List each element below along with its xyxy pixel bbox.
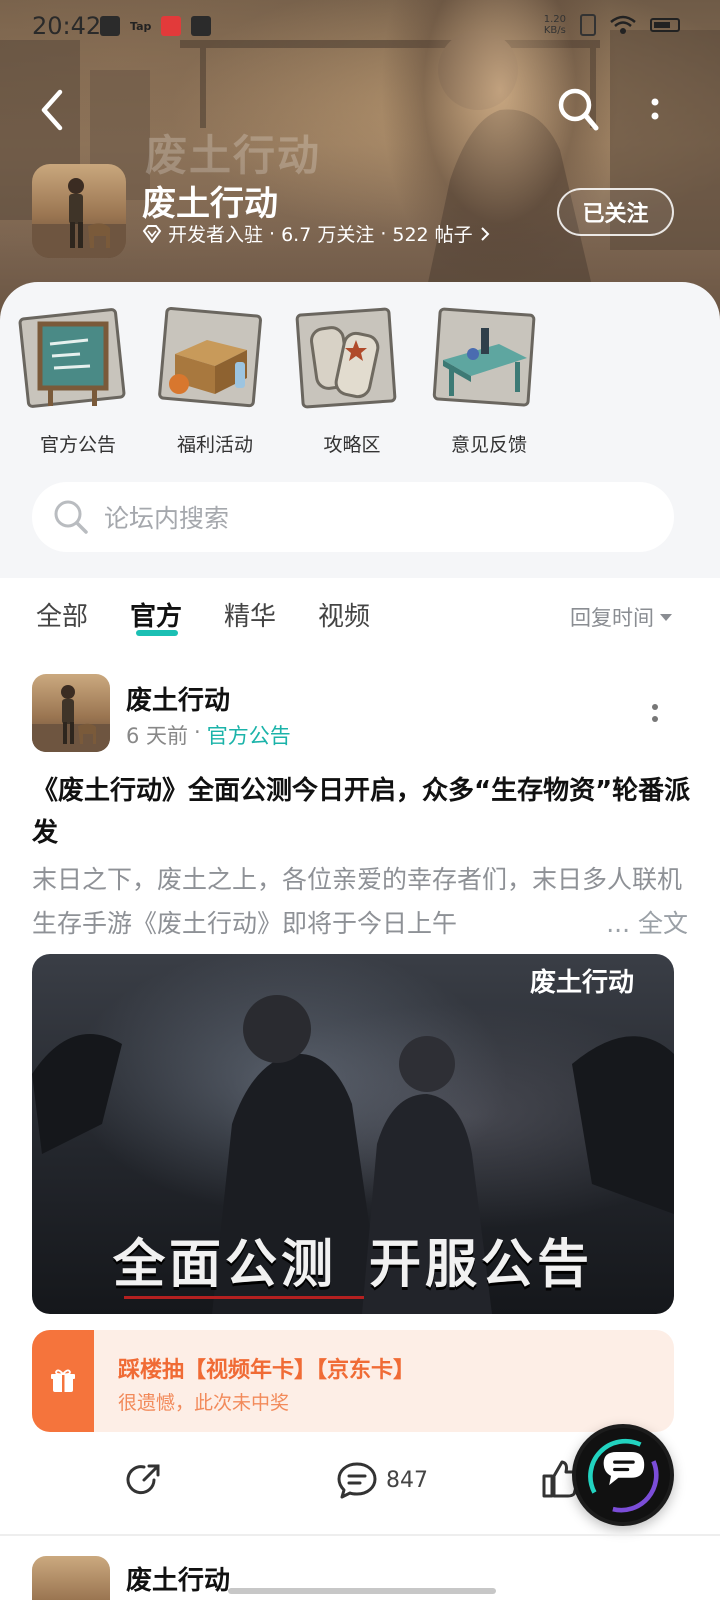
post-cover-image[interactable]: 废土行动 全面公测 开服公告: [32, 954, 674, 1314]
wifi-icon: [610, 15, 636, 34]
post-excerpt[interactable]: 末日之下，废土之上，各位亲爱的幸存者们，末日多人联机生存手游《废土行动》即将于今…: [32, 858, 688, 946]
taptap-icon: Tap: [130, 19, 152, 33]
developer-label: 开发者入驻: [168, 224, 264, 246]
post-divider: [0, 1534, 720, 1536]
status-time: 20:42: [32, 12, 102, 40]
comment-count: 847: [386, 1468, 428, 1493]
comment-icon[interactable]: [336, 1460, 378, 1500]
supply-box-icon: [158, 306, 262, 408]
battery-icon: [650, 18, 680, 32]
tab-featured[interactable]: 精华: [224, 596, 276, 633]
tab-official[interactable]: 官方: [130, 596, 182, 633]
dog-tags-icon: [295, 307, 397, 409]
full-text-link[interactable]: ... 全文: [600, 902, 688, 946]
quick-entry-guides[interactable]: 攻略区: [292, 304, 412, 456]
post-category-tag[interactable]: 官方公告: [207, 720, 291, 750]
more-options-icon[interactable]: [644, 94, 666, 128]
search-icon[interactable]: [556, 86, 600, 134]
active-tab-indicator: [136, 630, 178, 636]
gift-icon: [32, 1330, 94, 1432]
book-icon: [191, 16, 212, 36]
chevron-right-icon: [480, 226, 490, 241]
tab-video[interactable]: 视频: [318, 596, 370, 633]
app-notification-icon: [161, 16, 182, 36]
lottery-result: 很遗憾，此次未中奖: [118, 1392, 290, 1414]
verified-diamond-icon: [142, 224, 162, 243]
game-title: 废土行动: [142, 184, 278, 224]
lottery-title: 踩楼抽【视频年卡】【京东卡】: [118, 1358, 416, 1383]
post-author-name[interactable]: 废土行动: [126, 680, 230, 717]
follower-count: 6.7 万关注: [281, 224, 375, 246]
status-system-icons: 1.20 KB/s: [544, 14, 680, 36]
search-icon: [54, 500, 88, 534]
banner-underline: [124, 1296, 364, 1299]
cover-banner-text: 全面公测 开服公告: [112, 1235, 594, 1295]
noticeboard-icon: [18, 308, 126, 408]
quick-entry-label: 意见反馈: [450, 434, 527, 456]
post-count: 522 帖子: [392, 224, 473, 246]
storage-icon: [100, 16, 120, 36]
back-arrow-icon[interactable]: [34, 88, 74, 132]
quick-entry-label: 官方公告: [39, 434, 116, 456]
quick-entry-feedback[interactable]: 意见反馈: [429, 304, 549, 456]
next-post-avatar[interactable]: [32, 1556, 110, 1600]
game-icon[interactable]: [32, 164, 126, 258]
quick-entry-announcements[interactable]: 官方公告: [18, 304, 138, 456]
post-time: 6 天前: [126, 724, 189, 748]
cover-logo: 废土行动: [529, 968, 634, 998]
forum-search-bar[interactable]: 论坛内搜索: [32, 482, 674, 552]
quick-entry-events[interactable]: 福利活动: [155, 304, 275, 456]
post-author-avatar[interactable]: [32, 674, 110, 752]
tab-all[interactable]: 全部: [36, 596, 88, 633]
dropdown-arrow-icon: [660, 613, 672, 621]
chat-assistant-button[interactable]: [572, 1424, 674, 1526]
share-icon[interactable]: [124, 1460, 164, 1500]
chat-bubble-icon: [588, 1438, 659, 1513]
network-speed: 1.20 KB/s: [543, 14, 566, 36]
sim-icon: [580, 14, 596, 36]
game-meta[interactable]: 开发者入驻 · 6.7 万关注 · 522 帖子: [142, 220, 491, 247]
sort-label: 回复时间: [570, 606, 654, 630]
post-more-icon[interactable]: [648, 700, 662, 730]
quick-entry-label: 福利活动: [176, 434, 253, 456]
sort-dropdown[interactable]: 回复时间: [570, 602, 672, 632]
search-placeholder: 论坛内搜索: [104, 504, 230, 533]
lottery-card[interactable]: 踩楼抽【视频年卡】【京东卡】 很遗憾，此次未中奖: [32, 1330, 674, 1432]
game-logo-watermark: 废土行动: [145, 131, 322, 180]
quick-entry-label: 攻略区: [323, 434, 381, 456]
follow-button[interactable]: 已关注: [557, 188, 674, 236]
workbench-icon: [432, 307, 536, 407]
post-meta: 6 天前 · 官方公告: [126, 720, 291, 750]
home-indicator[interactable]: [228, 1588, 496, 1594]
status-bar: 20:42 Tap 1.20 KB/s: [0, 0, 720, 56]
next-post-author[interactable]: 废土行动: [126, 1560, 230, 1600]
post-filter-tabs: 全部 官方 精华 视频 回复时间: [0, 580, 720, 652]
status-notification-icons: Tap: [100, 16, 212, 36]
post-title[interactable]: 《废土行动》全面公测今日开启，众多“生存物资”轮番派发: [32, 770, 692, 854]
